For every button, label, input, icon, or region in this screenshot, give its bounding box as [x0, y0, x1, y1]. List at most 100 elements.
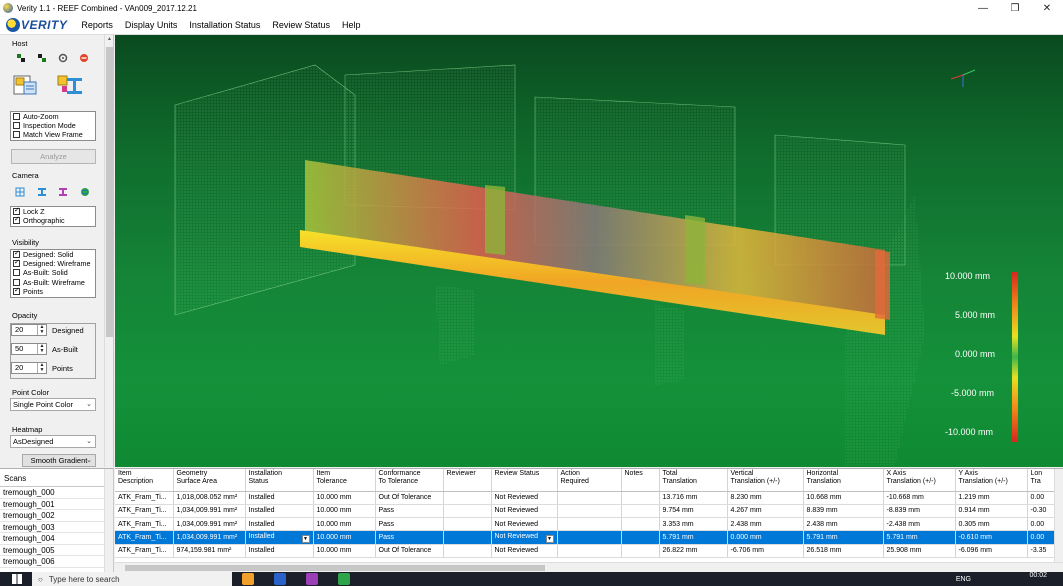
menu-reports[interactable]: Reports — [81, 20, 113, 30]
lock-beam-icon[interactable] — [56, 72, 84, 96]
table-cell[interactable]: Pass — [375, 517, 444, 532]
column-header[interactable]: Item Description — [115, 469, 174, 492]
table-cell[interactable]: 1.219 mm — [955, 491, 1028, 505]
table-cell[interactable] — [443, 517, 492, 532]
table-cell[interactable]: 0.00 — [1027, 517, 1056, 532]
scan-item[interactable]: tremough_003 — [0, 522, 113, 533]
beam-view-icon[interactable] — [36, 186, 48, 198]
table-cell[interactable] — [621, 504, 660, 519]
analyze-button[interactable]: Analyze — [11, 149, 96, 164]
stepper-arrows-icon[interactable]: ▲ ▼ — [37, 363, 46, 373]
lock-z-option[interactable]: Lock Z — [11, 206, 95, 216]
photoshop-icon[interactable] — [274, 573, 286, 585]
taskbar-clock[interactable]: 00:02 — [1029, 572, 1047, 579]
match-view-frame-option[interactable]: Match View Frame — [11, 130, 95, 139]
scrollbar-thumb[interactable] — [125, 565, 545, 571]
point-cloud-scene[interactable] — [115, 35, 1063, 467]
table-cell[interactable]: Not Reviewed — [491, 544, 558, 558]
scroll-up-icon[interactable]: ▲ — [105, 36, 114, 46]
table-cell[interactable]: -6.096 mm — [955, 544, 1028, 558]
table-cell[interactable]: 10.000 mm — [313, 544, 376, 558]
table-cell[interactable] — [443, 544, 492, 558]
lock-z-checkbox[interactable] — [13, 206, 20, 216]
cell-dropdown-icon[interactable]: ▼ — [545, 534, 554, 543]
table-cell[interactable] — [557, 491, 622, 505]
table-cell[interactable]: Installed — [245, 544, 314, 558]
as-built-opacity-stepper[interactable]: 50 ▲ ▼ — [11, 343, 47, 355]
cell-dropdown-icon[interactable]: ▼ — [301, 534, 310, 543]
scan-item[interactable]: tremough_000 — [0, 487, 113, 499]
table-cell[interactable]: Not Reviewed — [491, 517, 558, 532]
table-cell[interactable]: 0.000 mm — [727, 530, 804, 545]
table-cell[interactable]: 8.230 mm — [727, 491, 804, 505]
grid-view-icon[interactable] — [14, 186, 26, 198]
table-cell[interactable]: Installed ▼ — [245, 530, 314, 545]
column-header[interactable]: Review Status — [491, 469, 558, 492]
column-header[interactable]: Reviewer — [443, 469, 492, 492]
table-cell[interactable]: Not Reviewed — [491, 504, 558, 519]
table-cell[interactable] — [621, 530, 660, 545]
after-effects-icon[interactable] — [306, 573, 318, 585]
table-cell[interactable]: -2.438 mm — [883, 517, 956, 532]
table-cell[interactable]: ATK_Fram_Ti... — [115, 517, 174, 532]
table-cell[interactable]: 10.000 mm — [313, 517, 376, 532]
points-opacity-stepper[interactable]: 20 ▲ ▼ — [11, 362, 47, 374]
table-cell[interactable]: 3.353 mm — [659, 517, 728, 532]
scan-item[interactable]: tremough_002 — [0, 510, 113, 522]
3d-viewport[interactable]: 10.000 mm 5.000 mm 0.000 mm -5.000 mm -1… — [115, 35, 1063, 467]
designed-wireframe-option[interactable]: Designed: Wireframe — [11, 258, 95, 268]
connect-icon[interactable] — [15, 52, 27, 64]
table-row[interactable]: ATK_Fram_Ti... 1,034,009.991 mm² Installed… — [115, 504, 1056, 519]
points-checkbox[interactable] — [13, 286, 20, 295]
match-view-frame-checkbox[interactable] — [13, 131, 20, 139]
table-cell[interactable]: Not Reviewed — [491, 491, 558, 505]
table-cell[interactable]: 4.267 mm — [727, 504, 804, 519]
gradient-dropdown[interactable]: Smooth Gradient ⌄ — [22, 454, 96, 467]
link-icon[interactable] — [36, 52, 48, 64]
scan-item[interactable]: tremough_005 — [0, 545, 113, 556]
table-row[interactable]: ATK_Fram_Ti... 1,034,009.991 mm² Installed… — [115, 530, 1056, 545]
column-header[interactable]: Geometry Surface Area — [173, 469, 246, 492]
designed-opacity-stepper[interactable]: 20 ▲ ▼ — [11, 324, 47, 336]
table-cell[interactable]: 10.000 mm — [313, 530, 376, 545]
table-cell[interactable]: 0.305 mm — [955, 517, 1028, 532]
orthographic-checkbox[interactable] — [13, 215, 20, 225]
close-button[interactable]: ✕ — [1031, 0, 1063, 16]
table-cell[interactable] — [557, 504, 622, 519]
heatmap-dropdown[interactable]: AsDesigned ⌄ — [10, 435, 96, 448]
table-cell[interactable]: ATK_Fram_Ti... — [115, 544, 174, 558]
table-cell[interactable]: 5.791 mm — [883, 530, 956, 545]
table-cell[interactable]: -0.610 mm — [955, 530, 1028, 545]
column-header[interactable]: Notes — [621, 469, 660, 492]
table-cell[interactable]: 10.000 mm — [313, 504, 376, 519]
table-cell[interactable]: -0.30 — [1027, 504, 1056, 519]
table-cell[interactable]: ATK_Fram_Ti... — [115, 530, 174, 545]
designed-solid-option[interactable]: Designed: Solid — [11, 249, 95, 259]
table-cell[interactable]: 974,159.981 mm² — [173, 544, 246, 558]
table-cell[interactable]: Pass — [375, 530, 444, 545]
globe-icon[interactable] — [79, 186, 91, 198]
table-cell[interactable]: Out Of Tolerance — [375, 491, 444, 505]
points-option[interactable]: Points — [11, 286, 95, 296]
auto-zoom-option[interactable]: Auto-Zoom — [11, 112, 95, 121]
table-cell[interactable]: Out Of Tolerance — [375, 544, 444, 558]
column-header[interactable]: Conformance To Tolerance — [375, 469, 444, 492]
table-cell[interactable]: ATK_Fram_Ti... — [115, 504, 174, 519]
auto-zoom-checkbox[interactable] — [13, 113, 20, 121]
table-cell[interactable]: 10.000 mm — [313, 491, 376, 505]
table-cell[interactable] — [557, 544, 622, 558]
table-cell[interactable]: 26.822 mm — [659, 544, 728, 558]
scan-item[interactable]: tremough_004 — [0, 533, 113, 545]
menu-review-status[interactable]: Review Status — [272, 20, 330, 30]
column-header[interactable]: Vertical Translation (+/-) — [727, 469, 804, 492]
table-cell[interactable]: 0.00 — [1027, 530, 1056, 545]
as-built-solid-checkbox[interactable] — [13, 269, 20, 277]
inspection-mode-checkbox[interactable] — [13, 122, 20, 130]
table-cell[interactable] — [443, 504, 492, 519]
table-cell[interactable]: Pass — [375, 504, 444, 519]
scrollbar-thumb[interactable] — [106, 47, 113, 337]
table-row[interactable]: ATK_Fram_Ti... 1,018,008.052 mm² Installed… — [115, 491, 1056, 505]
table-cell[interactable]: 1,034,009.991 mm² — [173, 530, 246, 545]
table-vertical-scrollbar[interactable] — [1054, 469, 1063, 572]
table-cell[interactable]: -10.668 mm — [883, 491, 956, 505]
